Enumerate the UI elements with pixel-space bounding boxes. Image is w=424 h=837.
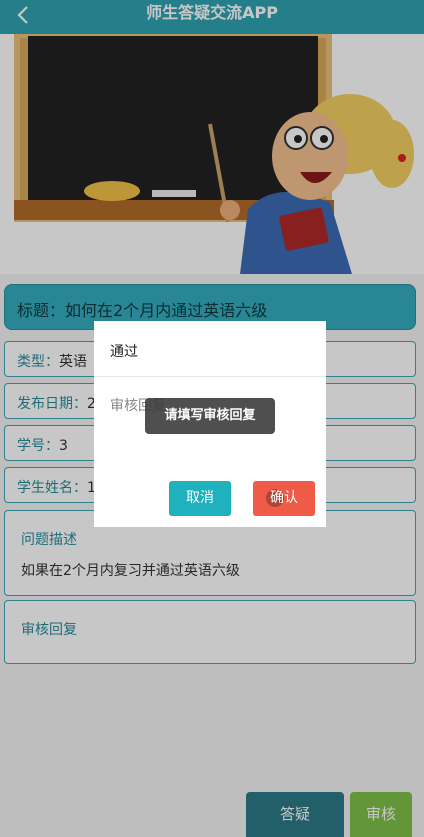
- confirm-button[interactable]: 确认: [253, 481, 315, 516]
- confirm-label: 确认: [270, 490, 298, 506]
- toast-message: 请填写审核回复: [145, 398, 275, 434]
- dialog-status-row[interactable]: 通过: [94, 321, 326, 377]
- dialog-status: 通过: [110, 344, 138, 360]
- app-root: 师生答疑交流APP 标题：如何在2个月内通过英语六级 类型：英语 发布日期：2 …: [0, 0, 424, 837]
- cancel-button[interactable]: 取消: [169, 481, 231, 516]
